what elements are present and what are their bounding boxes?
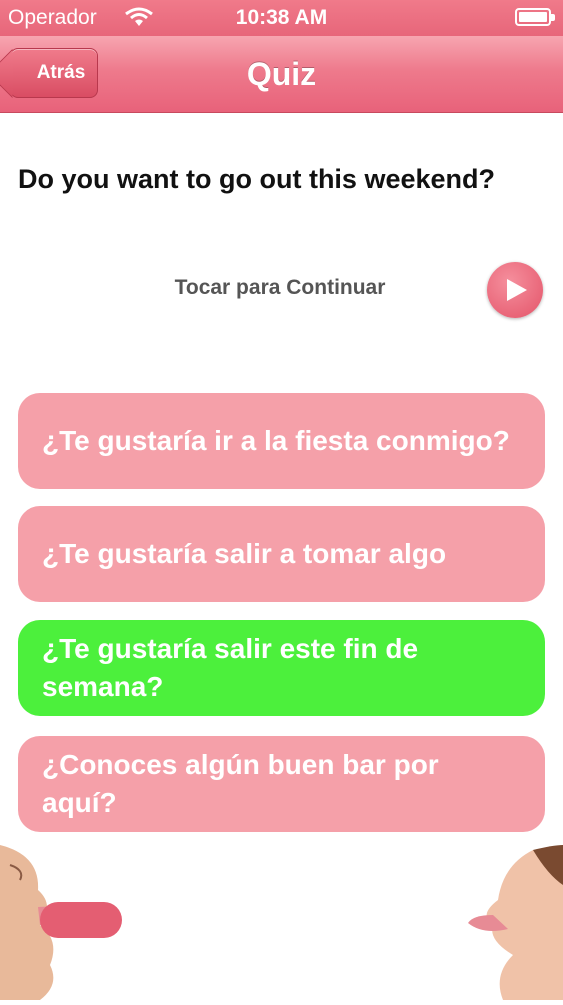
back-arrow-icon — [0, 49, 37, 98]
answer-option-label: ¿Te gustaría salir este fin de semana? — [42, 633, 419, 702]
answer-option-label: ¿Conoces algún buen bar por aquí? — [42, 749, 439, 818]
status-bar: Operador 10:38 AM — [0, 0, 563, 36]
continue-label[interactable]: Tocar para Continuar — [140, 276, 420, 300]
play-button[interactable] — [487, 262, 543, 318]
answer-option-4[interactable]: ¿Conoces algún buen bar por aquí? — [18, 736, 545, 832]
answer-option-label: ¿Te gustaría salir a tomar algo — [42, 538, 447, 569]
back-button-label: Atrás — [36, 62, 86, 83]
answer-option-1[interactable]: ¿Te gustaría ir a la fiesta conmigo? — [18, 393, 545, 489]
navigation-bar: Quiz Atrás — [0, 36, 563, 113]
question-text: Do you want to go out this weekend? — [18, 164, 495, 194]
back-button[interactable]: Atrás — [10, 48, 98, 98]
answer-option-2[interactable]: ¿Te gustaría salir a tomar algo — [18, 506, 545, 602]
clock: 10:38 AM — [235, 6, 328, 29]
play-icon — [507, 279, 527, 301]
right-face-image — [463, 845, 563, 1000]
battery-icon — [515, 8, 555, 26]
progress-bar — [40, 902, 122, 938]
answer-option-label: ¿Te gustaría ir a la fiesta conmigo? — [42, 425, 510, 456]
answer-option-3[interactable]: ¿Te gustaría salir este fin de semana? — [18, 620, 545, 716]
